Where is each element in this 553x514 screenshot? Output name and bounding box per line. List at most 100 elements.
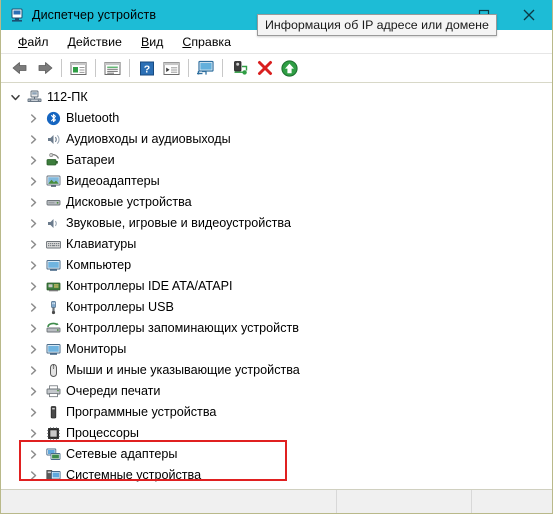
separator-4 xyxy=(222,59,223,77)
tree-node-disk-drive[interactable]: Дисковые устройства xyxy=(1,192,552,213)
monitor-icon xyxy=(45,342,61,358)
chevron-right-icon[interactable] xyxy=(27,217,40,230)
tree-node-bluetooth[interactable]: Bluetooth xyxy=(1,108,552,129)
tree-node-system-device[interactable]: Системные устройства xyxy=(1,465,552,483)
chevron-right-icon[interactable] xyxy=(27,154,40,167)
tree-node-usb-controller[interactable]: Контроллеры USB xyxy=(1,297,552,318)
show-hide-console-tree-icon[interactable] xyxy=(67,57,90,80)
menu-accel-view: В xyxy=(140,34,150,49)
chevron-right-icon[interactable] xyxy=(27,280,40,293)
menu-item-file[interactable]: Файл xyxy=(9,33,58,51)
tree-node-keyboard[interactable]: Клавиатуры xyxy=(1,234,552,255)
disk-drive-icon xyxy=(45,195,61,211)
chevron-right-icon[interactable] xyxy=(27,301,40,314)
tree-node-label: Аудиовходы и аудиовыходы xyxy=(66,132,231,147)
svg-text:?: ? xyxy=(143,63,149,75)
uninstall-device-icon[interactable] xyxy=(253,57,276,80)
close-button[interactable] xyxy=(506,0,552,30)
ide-controller-icon xyxy=(45,279,61,295)
tree-node-label: Видеоадаптеры xyxy=(66,174,160,189)
enable-device-icon[interactable] xyxy=(278,57,301,80)
usb-controller-icon xyxy=(45,300,61,316)
tree-node-label: Bluetooth xyxy=(66,111,120,126)
tree-node-mouse[interactable]: Мыши и иные указывающие устройства xyxy=(1,360,552,381)
menu-item-help[interactable]: Справка xyxy=(173,33,241,51)
tree-node-label: Сетевые адаптеры xyxy=(66,447,178,462)
tree-node-ide-controller[interactable]: Контроллеры IDE ATA/ATAPI xyxy=(1,276,552,297)
separator-3 xyxy=(188,59,189,77)
list-view-icon[interactable] xyxy=(160,57,183,80)
display-adapter-icon xyxy=(45,174,61,190)
chevron-right-icon[interactable] xyxy=(27,469,40,482)
separator-2 xyxy=(129,59,130,77)
chevron-right-icon[interactable] xyxy=(27,364,40,377)
tree-node-label: Дисковые устройства xyxy=(66,195,192,210)
tree-node-label: Контроллеры USB xyxy=(66,300,174,315)
tree-node-audio-io[interactable]: Аудиовходы и аудиовыходы xyxy=(1,129,552,150)
bluetooth-icon xyxy=(45,111,61,127)
software-device-icon xyxy=(45,405,61,421)
tree-node-label: Батареи xyxy=(66,153,115,168)
menu-item-view[interactable]: Вид xyxy=(132,33,173,51)
mouse-icon xyxy=(45,363,61,379)
tree-node-monitor[interactable]: Мониторы xyxy=(1,339,552,360)
menu-rest-help: правка xyxy=(191,34,231,49)
tree-node-label: Звуковые, игровые и видеоустройства xyxy=(66,216,291,231)
tree-node-sound-video[interactable]: Звуковые, игровые и видеоустройства xyxy=(1,213,552,234)
chevron-right-icon[interactable] xyxy=(27,112,40,125)
menu-accel-help: С xyxy=(182,34,192,49)
tree-node-label: Мыши и иные указывающие устройства xyxy=(66,363,300,378)
tree-node-battery[interactable]: Батареи xyxy=(1,150,552,171)
menu-accel-action: Д xyxy=(67,34,76,49)
audio-io-icon xyxy=(45,132,61,148)
chevron-right-icon[interactable] xyxy=(27,238,40,251)
help-icon[interactable]: ? xyxy=(135,57,158,80)
tree-node-printer[interactable]: Очереди печати xyxy=(1,381,552,402)
tree-node-storage-controller[interactable]: Контроллеры запоминающих устройств xyxy=(1,318,552,339)
chevron-right-icon[interactable] xyxy=(27,448,40,461)
tree-node-root-label: 112-ПК xyxy=(47,90,88,105)
menu-rest-action: ействие xyxy=(75,34,122,49)
tree-node-label: Мониторы xyxy=(66,342,127,357)
status-bar xyxy=(1,489,552,513)
tree-node-software-device[interactable]: Программные устройства xyxy=(1,402,552,423)
status-pane-3 xyxy=(472,490,552,513)
menu-accel-file: Ф xyxy=(18,34,28,49)
tree-node-display-adapter[interactable]: Видеоадаптеры xyxy=(1,171,552,192)
separator-1 xyxy=(61,59,62,77)
chevron-right-icon[interactable] xyxy=(27,343,40,356)
tree-node-label: Системные устройства xyxy=(66,468,202,483)
separator-2a xyxy=(95,59,96,77)
tree-node-network-adapter[interactable]: Сетевые адаптеры xyxy=(1,444,552,465)
network-adapter-icon xyxy=(45,447,61,463)
status-pane-2 xyxy=(337,490,472,513)
status-pane-1 xyxy=(1,490,337,513)
chevron-right-icon[interactable] xyxy=(27,322,40,335)
tree-node-label: Клавиатуры xyxy=(66,237,137,252)
chevron-right-icon[interactable] xyxy=(27,196,40,209)
chevron-right-icon[interactable] xyxy=(27,385,40,398)
tree-node-label: Очереди печати xyxy=(66,384,161,399)
scan-hardware-changes-icon[interactable] xyxy=(194,57,217,80)
device-manager-icon xyxy=(9,7,25,23)
forward-arrow-icon[interactable] xyxy=(33,57,56,80)
printer-icon xyxy=(45,384,61,400)
tree-node-processor[interactable]: Процессоры xyxy=(1,423,552,444)
properties-icon[interactable] xyxy=(101,57,124,80)
tree-node-label: Контроллеры запоминающих устройств xyxy=(66,321,299,336)
menu-item-action[interactable]: Действие xyxy=(58,33,131,51)
chevron-right-icon[interactable] xyxy=(27,406,40,419)
tree-node-computer[interactable]: Компьютер xyxy=(1,255,552,276)
tree-node-label: Процессоры xyxy=(66,426,139,441)
chevron-right-icon[interactable] xyxy=(27,259,40,272)
chevron-right-icon[interactable] xyxy=(27,133,40,146)
menu-rest-file: айл xyxy=(27,34,49,49)
tree-node-root[interactable]: 112-ПК xyxy=(1,87,552,108)
sound-video-icon xyxy=(45,216,61,232)
back-arrow-icon[interactable] xyxy=(8,57,31,80)
device-tree[interactable]: 112-ПК Bluetooth Аудиовходы и аудиовыход… xyxy=(1,83,552,483)
chevron-right-icon[interactable] xyxy=(27,427,40,440)
update-driver-icon[interactable] xyxy=(228,57,251,80)
chevron-down-icon[interactable] xyxy=(9,91,22,104)
chevron-right-icon[interactable] xyxy=(27,175,40,188)
